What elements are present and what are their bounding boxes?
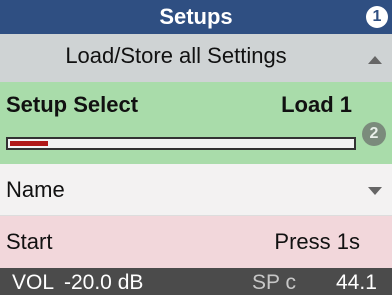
page-title: Setups [159, 4, 233, 29]
vol-label: VOL [12, 271, 55, 294]
setup-progress-bar[interactable] [6, 137, 356, 150]
setup-select-row[interactable]: Setup Select Load 1 2 [0, 82, 392, 164]
vol-value: -20.0 dB [64, 271, 144, 294]
start-value: Press 1s [274, 229, 360, 254]
chevron-up-icon[interactable] [368, 56, 382, 64]
sp-value: 44.1 [336, 271, 377, 294]
name-label: Name [6, 177, 65, 202]
section-label: Load/Store all Settings [65, 43, 287, 68]
section-selector[interactable]: Load/Store all Settings [0, 34, 392, 82]
setup-select-value: Load 1 [281, 92, 352, 117]
header-bar: Setups 1 [0, 0, 392, 34]
setup-select-label: Setup Select [6, 92, 139, 117]
status-bar: VOL -20.0 dB SP c 44.1 [0, 268, 392, 295]
chevron-down-icon[interactable] [368, 187, 382, 195]
sp-label: SP c [252, 271, 296, 294]
step-2-badge: 2 [362, 122, 386, 146]
start-label: Start [6, 229, 53, 254]
step-1-badge: 1 [366, 6, 388, 28]
start-row[interactable]: Start Press 1s [0, 216, 392, 268]
setup-progress-fill [10, 141, 49, 146]
name-row[interactable]: Name [0, 164, 392, 216]
